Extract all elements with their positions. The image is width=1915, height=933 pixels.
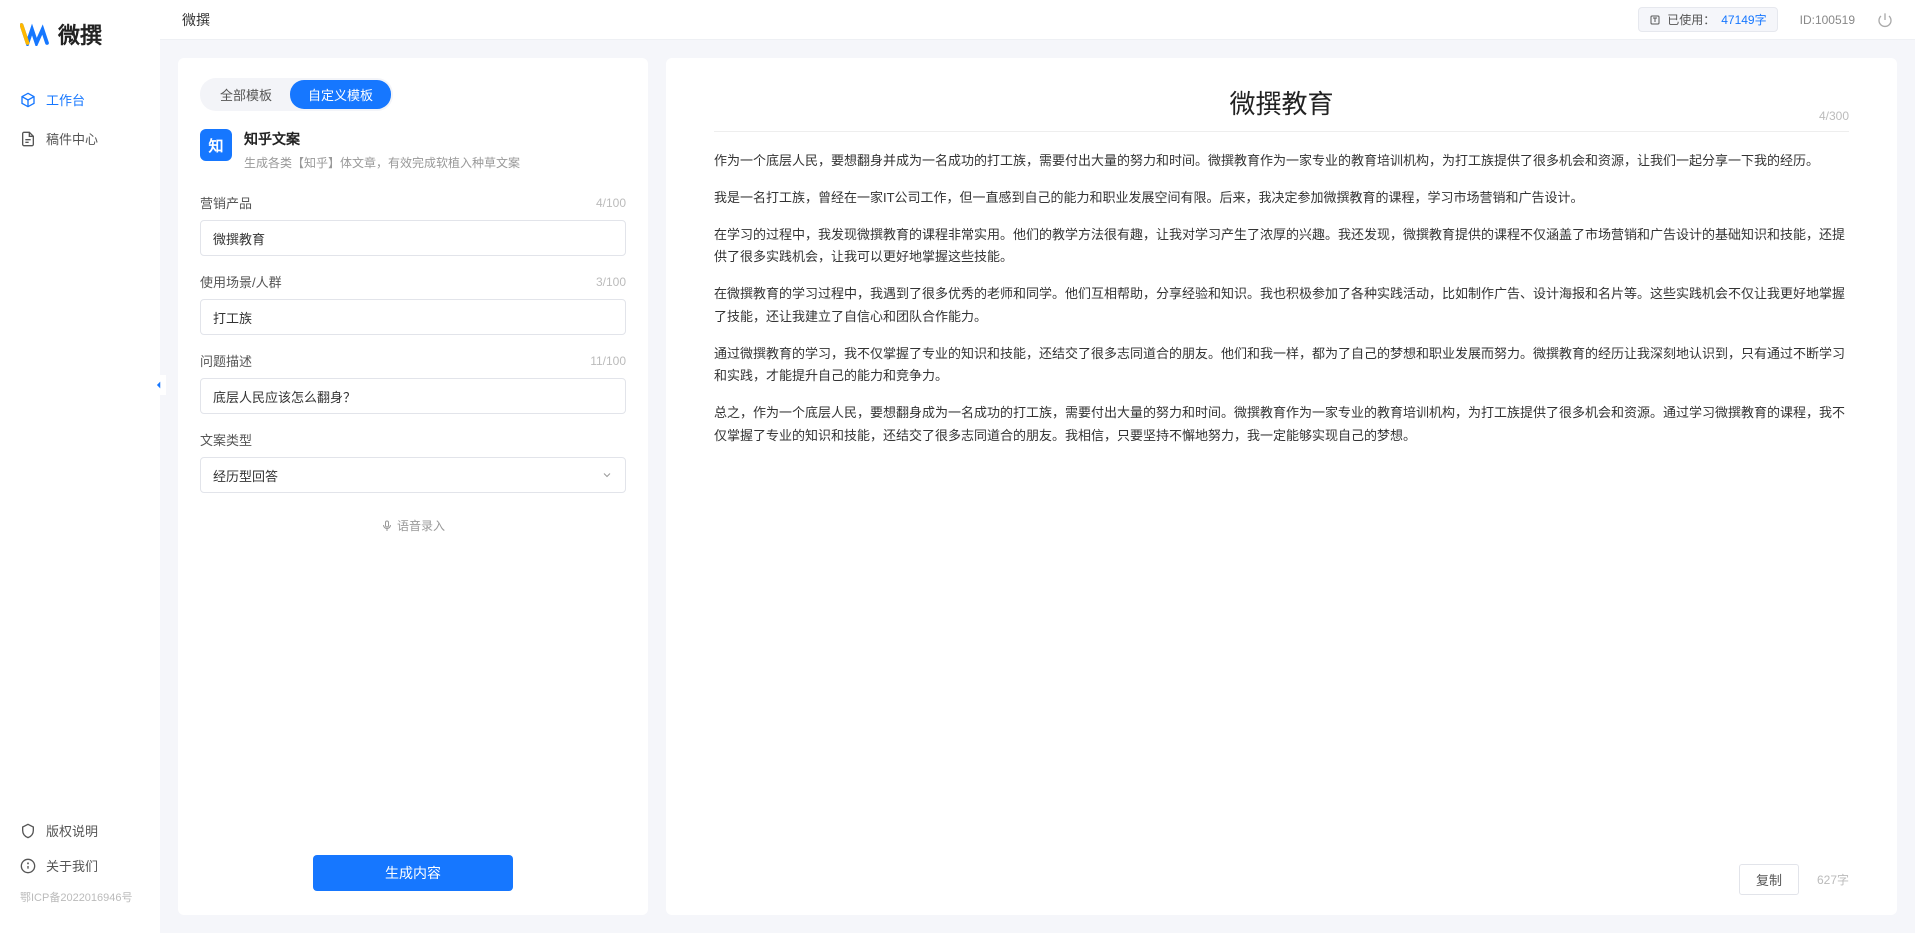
nav-item-label: 工作台 [46, 90, 85, 109]
voice-input-label: 语音录入 [397, 517, 445, 534]
form-panel: 全部模板 自定义模板 知 知乎文案 生成各类【知乎】体文章，有效完成软植入种草文… [178, 58, 648, 915]
field-product: 营销产品 4/100 [200, 193, 626, 256]
doc-paragraph: 总之，作为一个底层人民，要想翻身成为一名成功的打工族，需要付出大量的努力和时间。… [714, 402, 1849, 448]
mic-icon [381, 520, 393, 532]
template-icon: 知 [200, 129, 232, 161]
scene-input[interactable] [200, 299, 626, 335]
brand-name: 微撰 [58, 18, 102, 50]
output-panel: 微撰教育 4/300 作为一个底层人民，要想翻身并成为一名成功的打工族，需要付出… [666, 58, 1897, 915]
tab-custom-templates[interactable]: 自定义模板 [290, 80, 391, 109]
doc-footer: 复制 627字 [714, 850, 1849, 895]
nav-item-label: 稿件中心 [46, 129, 98, 148]
footer-item-label: 关于我们 [46, 856, 98, 875]
sidebar-collapse-handle[interactable] [152, 375, 166, 395]
chevron-left-icon [154, 380, 164, 390]
footer-item-about[interactable]: 关于我们 [0, 848, 160, 883]
doc-paragraph: 作为一个底层人民，要想翻身并成为一名成功的打工族，需要付出大量的努力和时间。微撰… [714, 150, 1849, 173]
footer-item-label: 版权说明 [46, 821, 98, 840]
brand-logo[interactable]: 微撰 [0, 18, 160, 80]
problem-input[interactable] [200, 378, 626, 414]
doc-body[interactable]: 作为一个底层人民，要想翻身并成为一名成功的打工族，需要付出大量的努力和时间。微撰… [714, 150, 1849, 850]
doc-title[interactable]: 微撰教育 [1229, 84, 1333, 121]
usage-value: 47149字 [1721, 11, 1766, 28]
type-select[interactable]: 经历型回答 [200, 457, 626, 493]
info-icon [20, 858, 36, 874]
logo-icon [20, 22, 50, 46]
field-type: 文案类型 经历型回答 [200, 430, 626, 493]
product-input[interactable] [200, 220, 626, 256]
copy-button[interactable]: 复制 [1739, 864, 1799, 895]
field-counter: 3/100 [596, 275, 626, 289]
template-info: 知 知乎文案 生成各类【知乎】体文章，有效完成软植入种草文案 [200, 129, 626, 171]
template-tabs: 全部模板 自定义模板 [200, 78, 393, 111]
field-problem: 问题描述 11/100 [200, 351, 626, 414]
usage-label: 已使用： [1667, 11, 1715, 28]
field-label: 使用场景/人群 [200, 272, 282, 291]
topbar-right: 已使用： 47149字 ID:100519 [1638, 7, 1893, 32]
field-label: 营销产品 [200, 193, 252, 212]
field-label: 问题描述 [200, 351, 252, 370]
usage-badge[interactable]: 已使用： 47149字 [1638, 7, 1777, 32]
generate-button[interactable]: 生成内容 [313, 855, 513, 891]
nav: 工作台 稿件中心 [0, 80, 160, 813]
char-count: 627字 [1817, 871, 1849, 888]
nav-item-workbench[interactable]: 工作台 [0, 80, 160, 119]
page-title: 微撰 [182, 10, 210, 30]
nav-footer: 版权说明 关于我们 鄂ICP备2022016946号 [0, 813, 160, 915]
field-label: 文案类型 [200, 430, 252, 449]
text-icon [1649, 14, 1661, 26]
select-value: 经历型回答 [213, 466, 278, 485]
sidebar: 微撰 工作台 稿件中心 版权说明 关于我们 鄂ICP备2022016946号 [0, 0, 160, 933]
topbar: 微撰 已使用： 47149字 ID:100519 [160, 0, 1915, 40]
doc-paragraph: 在微撰教育的学习过程中，我遇到了很多优秀的老师和同学。他们互相帮助，分享经验和知… [714, 283, 1849, 329]
shield-icon [20, 823, 36, 839]
doc-title-row: 微撰教育 4/300 [714, 84, 1849, 132]
content: 全部模板 自定义模板 知 知乎文案 生成各类【知乎】体文章，有效完成软植入种草文… [160, 40, 1915, 933]
user-id: ID:100519 [1800, 13, 1855, 27]
doc-paragraph: 我是一名打工族，曾经在一家IT公司工作，但一直感到自己的能力和职业发展空间有限。… [714, 187, 1849, 210]
doc-title-counter: 4/300 [1819, 109, 1849, 123]
template-title: 知乎文案 [244, 129, 520, 149]
cube-icon [20, 92, 36, 108]
field-scene: 使用场景/人群 3/100 [200, 272, 626, 335]
doc-paragraph: 通过微撰教育的学习，我不仅掌握了专业的知识和技能，还结交了很多志同道合的朋友。他… [714, 343, 1849, 389]
document-icon [20, 131, 36, 147]
doc-paragraph: 在学习的过程中，我发现微撰教育的课程非常实用。他们的教学方法很有趣，让我对学习产… [714, 224, 1849, 270]
footer-item-copyright[interactable]: 版权说明 [0, 813, 160, 848]
nav-item-drafts[interactable]: 稿件中心 [0, 119, 160, 158]
voice-input-link[interactable]: 语音录入 [200, 509, 626, 542]
chevron-down-icon [601, 469, 613, 481]
template-desc: 生成各类【知乎】体文章，有效完成软植入种草文案 [244, 154, 520, 171]
field-counter: 11/100 [590, 354, 626, 368]
field-counter: 4/100 [596, 196, 626, 210]
tab-all-templates[interactable]: 全部模板 [202, 80, 290, 109]
main-area: 微撰 已使用： 47149字 ID:100519 全部模板 自定义模板 知 [160, 0, 1915, 933]
icp-text: 鄂ICP备2022016946号 [0, 883, 160, 905]
power-icon[interactable] [1877, 12, 1893, 28]
